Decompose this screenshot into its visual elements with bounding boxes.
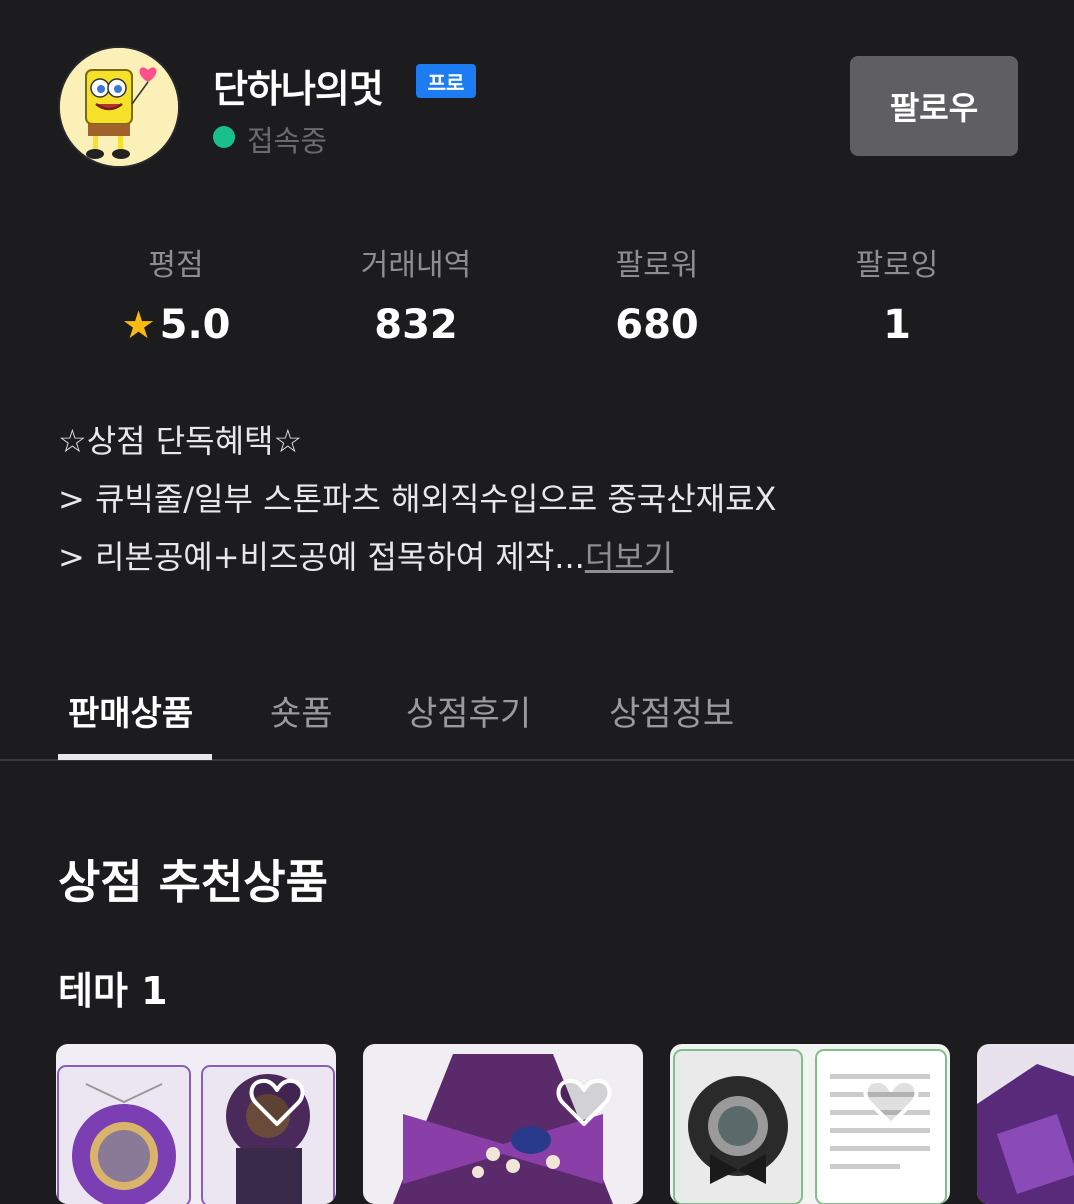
- stat-value: ★ 5.0: [56, 302, 296, 348]
- bio-line: ☆상점 단독혜택☆: [58, 422, 303, 460]
- theme-title: 테마 1: [58, 969, 168, 1013]
- stat-following[interactable]: 팔로잉 1: [777, 240, 1017, 348]
- stat-value: 832: [374, 302, 458, 348]
- bio-line: > 큐빅줄/일부 스톤파츠 해외직수입으로 중국산재료X: [58, 480, 777, 518]
- stat-followers[interactable]: 팔로워 680: [537, 240, 777, 348]
- online-status-icon: [213, 126, 235, 148]
- active-tab-indicator: [58, 754, 212, 760]
- product-card[interactable]: [977, 1044, 1074, 1204]
- pro-badge: 프로: [416, 64, 476, 98]
- product-image: [977, 1044, 1074, 1204]
- stat-label: 평점: [148, 248, 204, 283]
- section-title: 상점 추천상품: [58, 855, 328, 909]
- stat-transactions[interactable]: 거래내역 832: [296, 240, 536, 348]
- heart-icon[interactable]: [554, 1072, 614, 1132]
- stat-value: 1: [883, 302, 911, 348]
- follow-button[interactable]: 팔로우: [850, 56, 1018, 156]
- tab-shop-info[interactable]: 상점정보: [609, 686, 734, 735]
- heart-icon[interactable]: [247, 1072, 307, 1132]
- stat-label: 팔로워: [615, 248, 699, 283]
- stat-label: 팔로잉: [855, 248, 939, 283]
- shop-name: 단하나의멋: [213, 67, 384, 111]
- stat-value: 680: [615, 302, 699, 348]
- tab-reviews[interactable]: 상점후기: [406, 686, 531, 735]
- tab-products[interactable]: 판매상품: [68, 686, 193, 735]
- star-icon: ★: [121, 303, 156, 347]
- more-link[interactable]: 더보기: [585, 538, 673, 576]
- tab-shortform[interactable]: 숏폼: [270, 686, 333, 735]
- shop-description: ☆상점 단독혜택☆ > 큐빅줄/일부 스톤파츠 해외직수입으로 중국산재료X >…: [58, 412, 776, 586]
- rating-value: 5.0: [159, 302, 231, 348]
- bio-line-text: > 리본공예+비즈공예 접목하여 제작...: [58, 538, 585, 576]
- bio-line: > 리본공예+비즈공예 접목하여 제작...더보기: [58, 528, 776, 586]
- stat-label: 거래내역: [360, 248, 472, 283]
- spongebob-avatar-icon: [60, 48, 178, 166]
- online-status-text: 접속중: [247, 124, 328, 158]
- stat-rating[interactable]: 평점 ★ 5.0: [56, 240, 296, 348]
- avatar[interactable]: [58, 46, 180, 168]
- heart-icon[interactable]: [861, 1072, 921, 1132]
